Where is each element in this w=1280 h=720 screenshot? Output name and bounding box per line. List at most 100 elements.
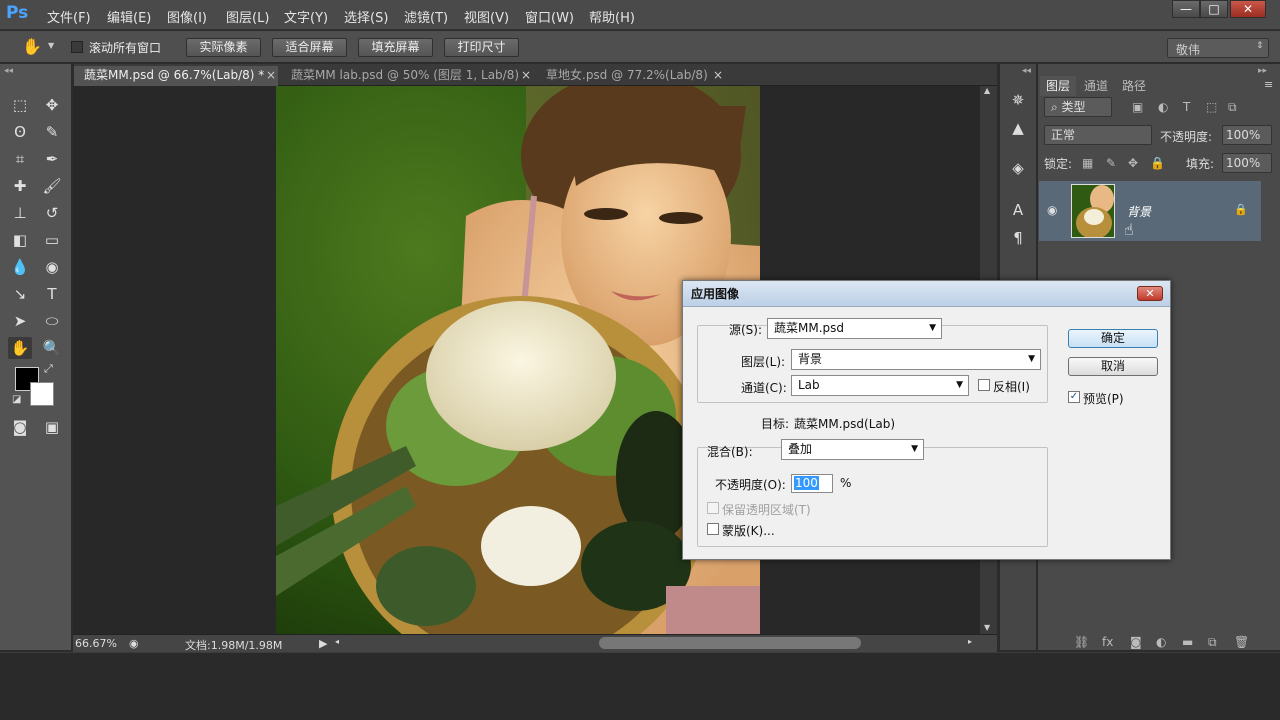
type-tool-icon[interactable]: T bbox=[40, 283, 64, 305]
collapse-icon[interactable]: ◂◂ bbox=[4, 66, 13, 76]
menu-view[interactable]: 视图(V) bbox=[464, 7, 509, 26]
layer-name[interactable]: 背景 bbox=[1127, 203, 1151, 220]
menu-type[interactable]: 文字(Y) bbox=[284, 7, 328, 26]
cancel-button[interactable]: 取消 bbox=[1068, 357, 1158, 376]
menu-filter[interactable]: 滤镜(T) bbox=[404, 7, 448, 26]
close-tab-icon[interactable]: × bbox=[521, 66, 531, 85]
gradient-tool-icon[interactable]: ▭ bbox=[40, 229, 64, 251]
tab-grass-woman[interactable]: 草地女.psd @ 77.2%(Lab/8) × bbox=[536, 66, 726, 86]
hand-tool-active-icon[interactable]: ✋ bbox=[8, 337, 32, 359]
actual-pixels-button[interactable]: 实际像素 bbox=[186, 38, 261, 57]
histogram-icon[interactable]: ▲ bbox=[1006, 116, 1030, 140]
horizontal-scroll-thumb[interactable] bbox=[599, 637, 861, 649]
close-tab-icon[interactable]: × bbox=[266, 66, 276, 85]
quick-select-tool-icon[interactable]: ✎ bbox=[40, 121, 64, 143]
tab-channels[interactable]: 通道 bbox=[1078, 76, 1114, 96]
ok-button[interactable]: 确定 bbox=[1068, 329, 1158, 348]
dialog-close-button[interactable]: ✕ bbox=[1137, 286, 1163, 301]
layer-select[interactable]: 背景 ▼ bbox=[791, 349, 1041, 370]
navigator-icon[interactable]: ✵ bbox=[1006, 88, 1030, 112]
blending-select[interactable]: 叠加 ▼ bbox=[781, 439, 924, 460]
clone-stamp-tool-icon[interactable]: ⊥ bbox=[8, 202, 32, 224]
add-mask-icon[interactable]: ◙ bbox=[1130, 635, 1142, 649]
print-size-button[interactable]: 打印尺寸 bbox=[444, 38, 519, 57]
link-layers-icon[interactable]: ⛓ bbox=[1074, 635, 1089, 649]
tool-preset-chevron-icon[interactable]: ▼ bbox=[48, 41, 54, 50]
filter-shape-icon[interactable]: ⬚ bbox=[1206, 100, 1217, 114]
maximize-button[interactable]: □ bbox=[1200, 0, 1228, 18]
fill-screen-button[interactable]: 填充屏幕 bbox=[358, 38, 433, 57]
history-brush-tool-icon[interactable]: ↺ bbox=[40, 202, 64, 224]
mask-label[interactable]: 蒙版(K)... bbox=[722, 522, 775, 539]
tab-layers[interactable]: 图层 bbox=[1040, 76, 1077, 96]
close-window-button[interactable]: ✕ bbox=[1230, 0, 1266, 18]
lock-pixels-icon[interactable]: ✎ bbox=[1106, 156, 1116, 170]
filter-type-icon[interactable]: T bbox=[1183, 100, 1190, 114]
tab-vegetable-mm-lab[interactable]: 蔬菜MM lab.psd @ 50% (图层 1, Lab/8) × bbox=[281, 66, 531, 86]
delete-layer-icon[interactable]: 🗑 bbox=[1234, 635, 1249, 649]
invert-checkbox[interactable] bbox=[978, 379, 990, 391]
scroll-left-icon[interactable]: ◂ bbox=[335, 637, 339, 646]
close-tab-icon[interactable]: × bbox=[713, 66, 723, 85]
scroll-up-icon[interactable]: ▲ bbox=[984, 86, 990, 95]
blend-mode-select[interactable]: 正常 bbox=[1044, 125, 1152, 145]
filter-smart-object-icon[interactable]: ⧉ bbox=[1228, 100, 1237, 115]
scroll-down-icon[interactable]: ▼ bbox=[984, 623, 990, 632]
screen-mode-icon[interactable]: ▣ bbox=[40, 416, 64, 438]
visibility-eye-icon[interactable]: ◉ bbox=[1047, 203, 1057, 217]
healing-brush-tool-icon[interactable]: ✚ bbox=[8, 175, 32, 197]
new-group-icon[interactable]: ▬ bbox=[1182, 635, 1193, 649]
character-icon[interactable]: A bbox=[1006, 198, 1030, 222]
workspace-select[interactable]: 敬伟 ⇕ bbox=[1167, 38, 1269, 58]
source-select[interactable]: 蔬菜MM.psd ▼ bbox=[767, 318, 942, 339]
menu-layer[interactable]: 图层(L) bbox=[226, 7, 269, 26]
eraser-tool-icon[interactable]: ◧ bbox=[8, 229, 32, 251]
lock-transparent-icon[interactable]: ▦ bbox=[1082, 156, 1093, 170]
collapse-panel-icon[interactable]: ▸▸ bbox=[1258, 66, 1267, 76]
status-info-icon[interactable]: ◉ bbox=[129, 637, 139, 650]
lock-all-icon[interactable]: 🔒 bbox=[1150, 156, 1165, 170]
zoom-level[interactable]: 66.67% bbox=[75, 637, 117, 650]
filter-pixel-icon[interactable]: ▣ bbox=[1132, 100, 1143, 114]
channel-select[interactable]: Lab ▼ bbox=[791, 375, 969, 396]
dodge-tool-icon[interactable]: ◉ bbox=[40, 256, 64, 278]
quick-mask-icon[interactable]: ◙ bbox=[8, 416, 32, 438]
eyedropper-tool-icon[interactable]: ✒ bbox=[40, 148, 64, 170]
layer-row[interactable]: ◉ 背景 🔒 bbox=[1039, 181, 1261, 241]
panel-menu-icon[interactable]: ≡ bbox=[1264, 78, 1273, 91]
menu-file[interactable]: 文件(F) bbox=[47, 7, 91, 26]
layer-filter-select[interactable]: ⌕ 类型 bbox=[1044, 97, 1112, 117]
scroll-right-icon[interactable]: ▸ bbox=[968, 637, 972, 646]
brush-tool-icon[interactable]: 🖌 bbox=[40, 175, 64, 197]
preview-checkbox[interactable]: ✓ bbox=[1068, 391, 1080, 403]
default-colors-icon[interactable]: ◪ bbox=[12, 394, 21, 405]
path-select-tool-icon[interactable]: ➤ bbox=[8, 310, 32, 332]
hand-tool-icon[interactable]: ✋ bbox=[22, 37, 42, 56]
menu-window[interactable]: 窗口(W) bbox=[525, 7, 574, 26]
new-layer-icon[interactable]: ⧉ bbox=[1208, 635, 1217, 650]
menu-edit[interactable]: 编辑(E) bbox=[107, 7, 151, 26]
opacity-input[interactable]: 100 bbox=[791, 474, 833, 493]
swap-colors-icon[interactable]: ⤢ bbox=[44, 362, 53, 376]
marquee-tool-icon[interactable]: ⬚ bbox=[8, 94, 32, 116]
paragraph-icon[interactable]: ¶ bbox=[1006, 226, 1030, 250]
crop-tool-icon[interactable]: ⌗ bbox=[8, 148, 32, 170]
opacity-field[interactable]: 100% bbox=[1222, 125, 1272, 145]
tab-paths[interactable]: 路径 bbox=[1116, 76, 1152, 96]
tab-vegetable-mm[interactable]: 蔬菜MM.psd @ 66.7%(Lab/8) * × bbox=[74, 66, 278, 86]
layer-style-icon[interactable]: fx bbox=[1102, 635, 1113, 649]
expand-dock-icon[interactable]: ◂◂ bbox=[1022, 66, 1031, 76]
menu-help[interactable]: 帮助(H) bbox=[589, 7, 635, 26]
lasso-tool-icon[interactable]: ʘ bbox=[8, 121, 32, 143]
scroll-all-checkbox[interactable] bbox=[71, 41, 83, 53]
menu-image[interactable]: 图像(I) bbox=[167, 7, 207, 26]
move-tool-icon[interactable]: ✥ bbox=[40, 94, 64, 116]
mask-checkbox[interactable] bbox=[707, 523, 719, 535]
filter-adjustment-icon[interactable]: ◐ bbox=[1158, 100, 1168, 114]
lock-position-icon[interactable]: ✥ bbox=[1128, 156, 1138, 170]
pen-tool-icon[interactable]: ↘ bbox=[8, 283, 32, 305]
fill-field[interactable]: 100% bbox=[1222, 153, 1272, 173]
ellipse-tool-icon[interactable]: ⬭ bbox=[40, 310, 64, 332]
status-menu-icon[interactable]: ▶ bbox=[319, 637, 327, 650]
fit-screen-button[interactable]: 适合屏幕 bbox=[272, 38, 347, 57]
